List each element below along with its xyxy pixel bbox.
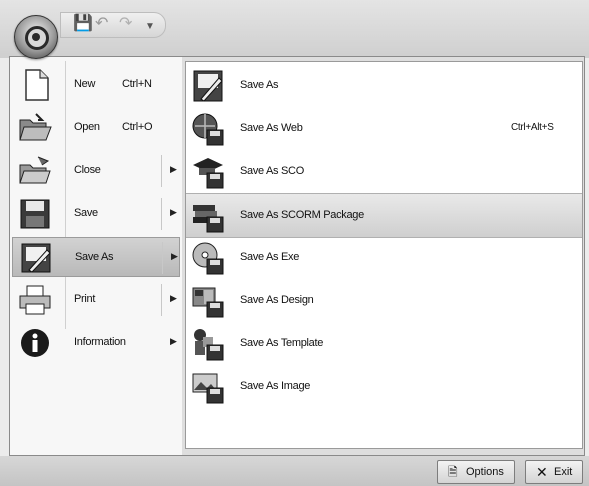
submenu-item-label: Save As Image (240, 380, 311, 392)
submenu-separator (161, 155, 162, 187)
submenu-arrow-icon: ▶ (170, 207, 177, 217)
save-as-submenu: Save As Save As Web Ctrl+Alt+S Save As S… (185, 61, 583, 449)
save-icon[interactable]: 💾 (73, 15, 93, 33)
close-icon: ✕ (536, 464, 548, 480)
menu-item-label: Close (74, 164, 101, 176)
globe-disk-icon (191, 112, 225, 146)
menu-item-label: Print (74, 293, 96, 305)
submenu-arrow-icon: ▶ (170, 164, 177, 174)
submenu-item-save-as-scorm-package[interactable]: Save As SCORM Package (186, 193, 582, 238)
submenu-separator (161, 198, 162, 230)
submenu-item-label: Save As SCO (240, 165, 304, 177)
application-menu: New Ctrl+N Open Ctrl+O Close ▶ Save ▶ Sa… (9, 56, 585, 456)
redo-icon[interactable]: ↷ (119, 15, 132, 33)
submenu-arrow-icon: ▶ (171, 251, 178, 261)
submenu-item-save-as[interactable]: Save As (186, 64, 582, 107)
quick-access-toolbar: 💾 ↶ ↷ ▼ (60, 12, 166, 38)
submenu-item-save-as-exe[interactable]: Save As Exe (186, 236, 582, 279)
menu-left-pane: New Ctrl+N Open Ctrl+O Close ▶ Save ▶ Sa… (10, 57, 182, 455)
office-button[interactable] (14, 15, 58, 59)
design-disk-icon (191, 284, 225, 318)
submenu-item-label: Save As Exe (240, 251, 300, 263)
submenu-item-label: Save As Design (240, 294, 314, 306)
menu-item-shortcut: Ctrl+N (122, 78, 152, 90)
submenu-item-shortcut: Ctrl+Alt+S (511, 122, 554, 133)
template-disk-icon (191, 327, 225, 361)
save-as-icon (191, 69, 225, 103)
options-button[interactable]: 🗎 Options (437, 460, 515, 484)
menu-item-label: Open (74, 121, 100, 133)
menu-item-information[interactable]: Information ▶ (12, 323, 180, 363)
menu-item-save[interactable]: Save ▶ (12, 194, 180, 234)
submenu-item-label: Save As SCORM Package (240, 209, 364, 221)
submenu-item-save-as-sco[interactable]: Save As SCO (186, 150, 582, 193)
submenu-arrow-icon: ▶ (170, 293, 177, 303)
printer-icon (18, 284, 52, 316)
menu-item-label: Save (74, 207, 98, 219)
submenu-item-save-as-web[interactable]: Save As Web Ctrl+Alt+S (186, 107, 582, 150)
save-as-icon (19, 242, 53, 274)
books-disk-icon (191, 199, 225, 233)
submenu-item-save-as-image[interactable]: Save As Image (186, 365, 582, 408)
floppy-disk-icon (18, 198, 52, 230)
submenu-item-save-as-design[interactable]: Save As Design (186, 279, 582, 322)
menu-item-label: Information (74, 336, 126, 348)
menu-item-open[interactable]: Open Ctrl+O (12, 108, 180, 148)
menu-item-label: New (74, 78, 96, 90)
submenu-arrow-icon: ▶ (170, 336, 177, 346)
undo-icon[interactable]: ↶ (95, 15, 108, 33)
submenu-separator (161, 284, 162, 316)
submenu-item-label: Save As (240, 79, 279, 91)
menu-item-label: Save As (75, 251, 114, 263)
title-bar: 💾 ↶ ↷ ▼ (0, 0, 589, 59)
menu-footer: 🗎 Options ✕ Exit (0, 456, 589, 486)
exit-label: Exit (554, 466, 573, 478)
submenu-separator (162, 242, 163, 274)
office-logo-dot (32, 33, 40, 41)
menu-item-shortcut: Ctrl+O (122, 121, 153, 133)
submenu-item-label: Save As Web (240, 122, 303, 134)
options-label: Options (466, 466, 504, 478)
cd-disk-icon (191, 241, 225, 275)
options-icon: 🗎 (448, 465, 458, 479)
menu-item-save-as[interactable]: Save As ▶ (12, 237, 180, 277)
exit-button[interactable]: ✕ Exit (525, 460, 583, 484)
menu-item-print[interactable]: Print ▶ (12, 280, 180, 320)
submenu-item-label: Save As Template (240, 337, 324, 349)
menu-item-close[interactable]: Close ▶ (12, 151, 180, 191)
information-icon (18, 327, 52, 359)
submenu-item-save-as-template[interactable]: Save As Template (186, 322, 582, 365)
close-document-icon (18, 155, 52, 187)
image-disk-icon (191, 370, 225, 404)
customize-icon[interactable]: ▼ (145, 18, 155, 36)
open-folder-icon (18, 112, 52, 144)
menu-item-new[interactable]: New Ctrl+N (12, 65, 180, 105)
new-document-icon (18, 69, 52, 101)
graduation-cap-disk-icon (191, 155, 225, 189)
